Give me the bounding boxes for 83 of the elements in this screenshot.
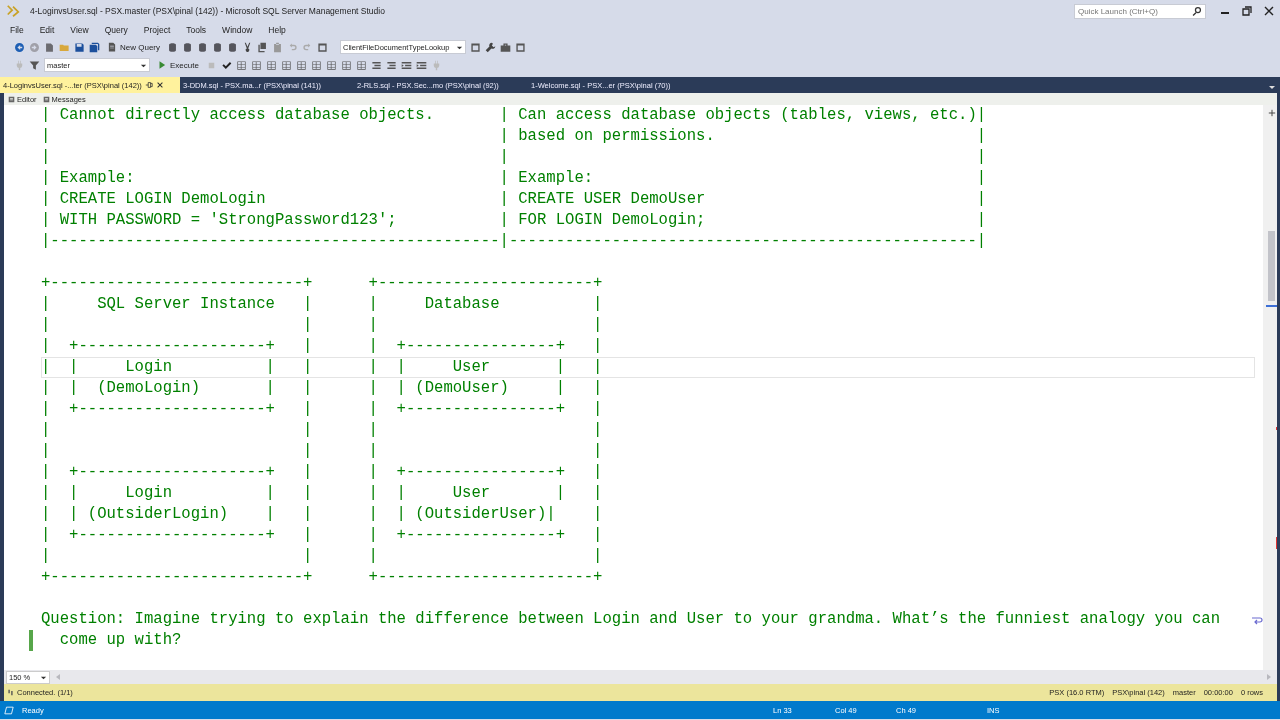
menu-item[interactable]: Project [137, 25, 177, 35]
indent-icon[interactable] [400, 59, 412, 71]
comment-icon[interactable] [370, 59, 382, 71]
code-line: | | (DemoLogin) | | | | (DemoUser) | | [41, 378, 604, 399]
code-line: +---------------------------+ +-----------------------+ [41, 273, 604, 294]
toolbox-icon[interactable] [500, 41, 511, 53]
menu-item[interactable]: Tools [180, 25, 213, 35]
connection-icon [7, 689, 14, 696]
code-line: | +--------------------+ | | +----------------+ | [41, 525, 604, 546]
status-icon [4, 705, 14, 715]
menu-item[interactable]: Edit [33, 25, 61, 35]
menu-item[interactable]: Window [216, 25, 259, 35]
pin-icon[interactable] [144, 81, 153, 89]
grid-icon[interactable] [250, 59, 262, 71]
code-line: | Cannot directly access database objects. | Can access database objects (tables, views, etc.)| [41, 105, 988, 126]
code-line: | CREATE LOGIN DemoLogin | CREATE USER DemoUser | [41, 189, 988, 210]
grid-icon[interactable] [265, 59, 277, 71]
code-line: | | based on permissions. | [41, 126, 988, 147]
vertical-scrollbar[interactable] [1263, 105, 1277, 670]
window-title: 4-LoginvsUser.sql - PSX.master (PSX\pinal (142)) - Microsoft SQL Server Management Studio [30, 6, 385, 16]
code-line: | | | | [41, 546, 604, 567]
database-icon[interactable] [167, 41, 178, 53]
change-marker [29, 630, 33, 651]
comment-icon[interactable] [385, 59, 397, 71]
new-query-button[interactable]: New Query [104, 41, 163, 53]
save-all-icon[interactable] [89, 41, 100, 53]
grid-icon[interactable] [310, 59, 322, 71]
indent-icon[interactable] [415, 59, 427, 71]
document-icon [107, 42, 117, 52]
code-line: | +--------------------+ | | +----------------+ | [41, 399, 604, 420]
database-icon[interactable] [197, 41, 208, 53]
database-icon[interactable] [212, 41, 223, 53]
document-icon [8, 95, 15, 103]
search-icon[interactable] [1192, 6, 1202, 16]
code-line: | | | | [41, 315, 604, 336]
save-icon[interactable] [74, 41, 85, 53]
menu-item[interactable]: Query [98, 25, 134, 35]
back-icon[interactable] [14, 41, 25, 53]
code-line: | | (OutsiderLogin) | | | | (OutsiderUser)| | [41, 504, 604, 525]
restore-icon [1242, 6, 1252, 16]
grid-icon[interactable] [340, 59, 352, 71]
scissors-icon[interactable] [242, 41, 253, 53]
tab-list-icon[interactable] [1268, 83, 1276, 91]
copy-icon[interactable] [257, 41, 268, 53]
new-project-icon[interactable] [44, 41, 55, 53]
code-line: | | | | [41, 420, 604, 441]
quick-launch-field[interactable]: Quick Launch (Ctrl+Q) [1074, 3, 1206, 19]
code-comment: Question: Imagine trying to explain the difference between Login and User to your grandma. What’s the funniest analogy you can come up with? [41, 609, 1222, 651]
word-wrap-icon [1251, 615, 1264, 625]
code-line: | +--------------------+ | | +----------------+ | [41, 336, 604, 357]
code-line: | | Login | | | | User | | [41, 483, 604, 504]
code-line: | WITH PASSWORD = 'StrongPassword123'; | FOR LOGIN DemoLogin; | [41, 210, 988, 231]
code-line: | | | [41, 147, 988, 168]
window-icon[interactable] [470, 41, 481, 53]
code-line: | Example: | Example: | [41, 168, 988, 189]
grid-icon[interactable] [295, 59, 307, 71]
grid-icon[interactable] [355, 59, 367, 71]
code-line: | | Login | | | | User | | [41, 357, 1255, 378]
window-icon[interactable] [515, 41, 526, 53]
app-logo-icon [6, 4, 20, 18]
code-line: | SQL Server Instance | | Database | [41, 294, 604, 315]
grid-icon[interactable] [325, 59, 337, 71]
wrench-icon[interactable] [485, 41, 496, 53]
database-icon[interactable] [182, 41, 193, 53]
code-line: | +--------------------+ | | +----------------+ | [41, 462, 604, 483]
code-line: +---------------------------+ +-----------------------+ [41, 567, 604, 588]
document-icon [42, 95, 50, 103]
scroll-thumb[interactable] [1268, 231, 1276, 301]
grid-icon[interactable] [280, 59, 292, 71]
menu-item[interactable]: Help [262, 25, 292, 35]
close-icon [1264, 6, 1274, 16]
code-line: | | | | [41, 441, 604, 462]
database-icon[interactable] [227, 41, 238, 53]
scroll-marker [1266, 305, 1277, 307]
filter-icon[interactable] [29, 59, 40, 71]
menu-item[interactable]: View [64, 25, 95, 35]
split-icon[interactable] [1268, 109, 1277, 117]
play-icon [157, 60, 167, 70]
menu-item[interactable]: File [4, 25, 30, 35]
close-icon[interactable] [155, 81, 164, 89]
execute-button[interactable]: Execute [154, 59, 202, 71]
window-icon[interactable] [317, 41, 328, 53]
code-line: |------------------------------------------------|--------------------------------------------------| [41, 231, 988, 252]
